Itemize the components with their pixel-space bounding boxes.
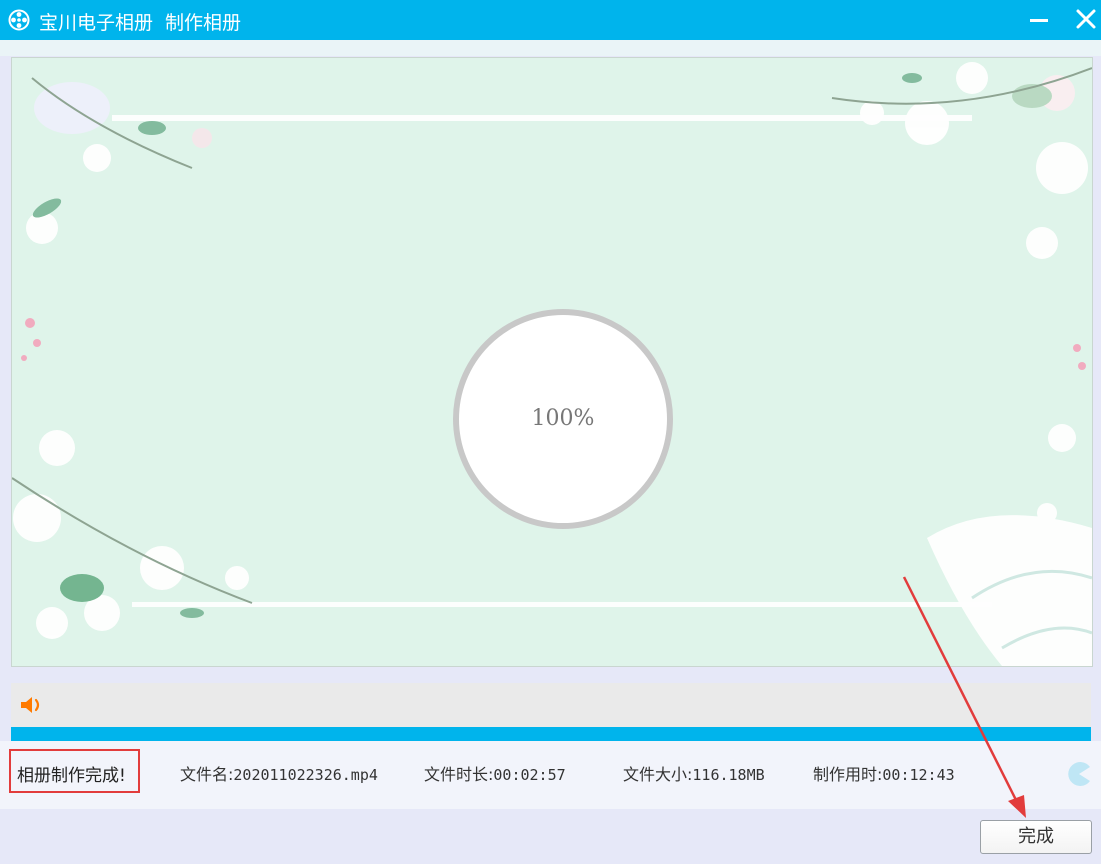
duration-info: 文件时长:00:02:57: [424, 761, 566, 785]
size-label: 文件大小:: [623, 765, 693, 784]
speaker-icon[interactable]: [19, 694, 47, 716]
file-name-info: 文件名:202011022326.mp4: [180, 761, 378, 785]
elapsed-label: 制作用时:: [813, 765, 883, 784]
file-name-label: 文件名:: [180, 765, 234, 784]
duration-label: 文件时长:: [424, 765, 494, 784]
preview-canvas: 100%: [11, 57, 1093, 667]
file-name-value: 202011022326.mp4: [233, 766, 378, 784]
window-title: 宝川电子相册 制作相册: [39, 8, 241, 35]
duration-value: 00:02:57: [493, 766, 566, 784]
progress-bar: [11, 727, 1091, 741]
app-name: 宝川电子相册: [39, 12, 154, 34]
window-subtitle: 制作相册: [165, 12, 242, 34]
size-value: 116.18MB: [692, 766, 765, 784]
pacman-icon: [1068, 762, 1090, 786]
progress-circle: 100%: [453, 309, 673, 529]
progress-bar-fill: [11, 727, 1091, 741]
finish-button[interactable]: 完成: [980, 820, 1092, 854]
status-row: 相册制作完成! 文件名:202011022326.mp4 文件时长:00:02:…: [0, 741, 1101, 809]
elapsed-value: 00:12:43: [882, 766, 955, 784]
status-highlight-box: 相册制作完成!: [9, 749, 140, 793]
elapsed-info: 制作用时:00:12:43: [813, 761, 955, 785]
progress-percent: 100%: [531, 406, 595, 431]
minimize-icon[interactable]: [1024, 6, 1054, 34]
film-reel-icon: [8, 9, 30, 31]
status-message: 相册制作完成!: [17, 766, 126, 786]
title-bar: 宝川电子相册 制作相册: [0, 0, 1101, 40]
close-icon[interactable]: [1071, 6, 1101, 34]
size-info: 文件大小:116.18MB: [623, 761, 765, 785]
player-controls: [11, 683, 1091, 727]
top-spacer: [0, 40, 1101, 56]
